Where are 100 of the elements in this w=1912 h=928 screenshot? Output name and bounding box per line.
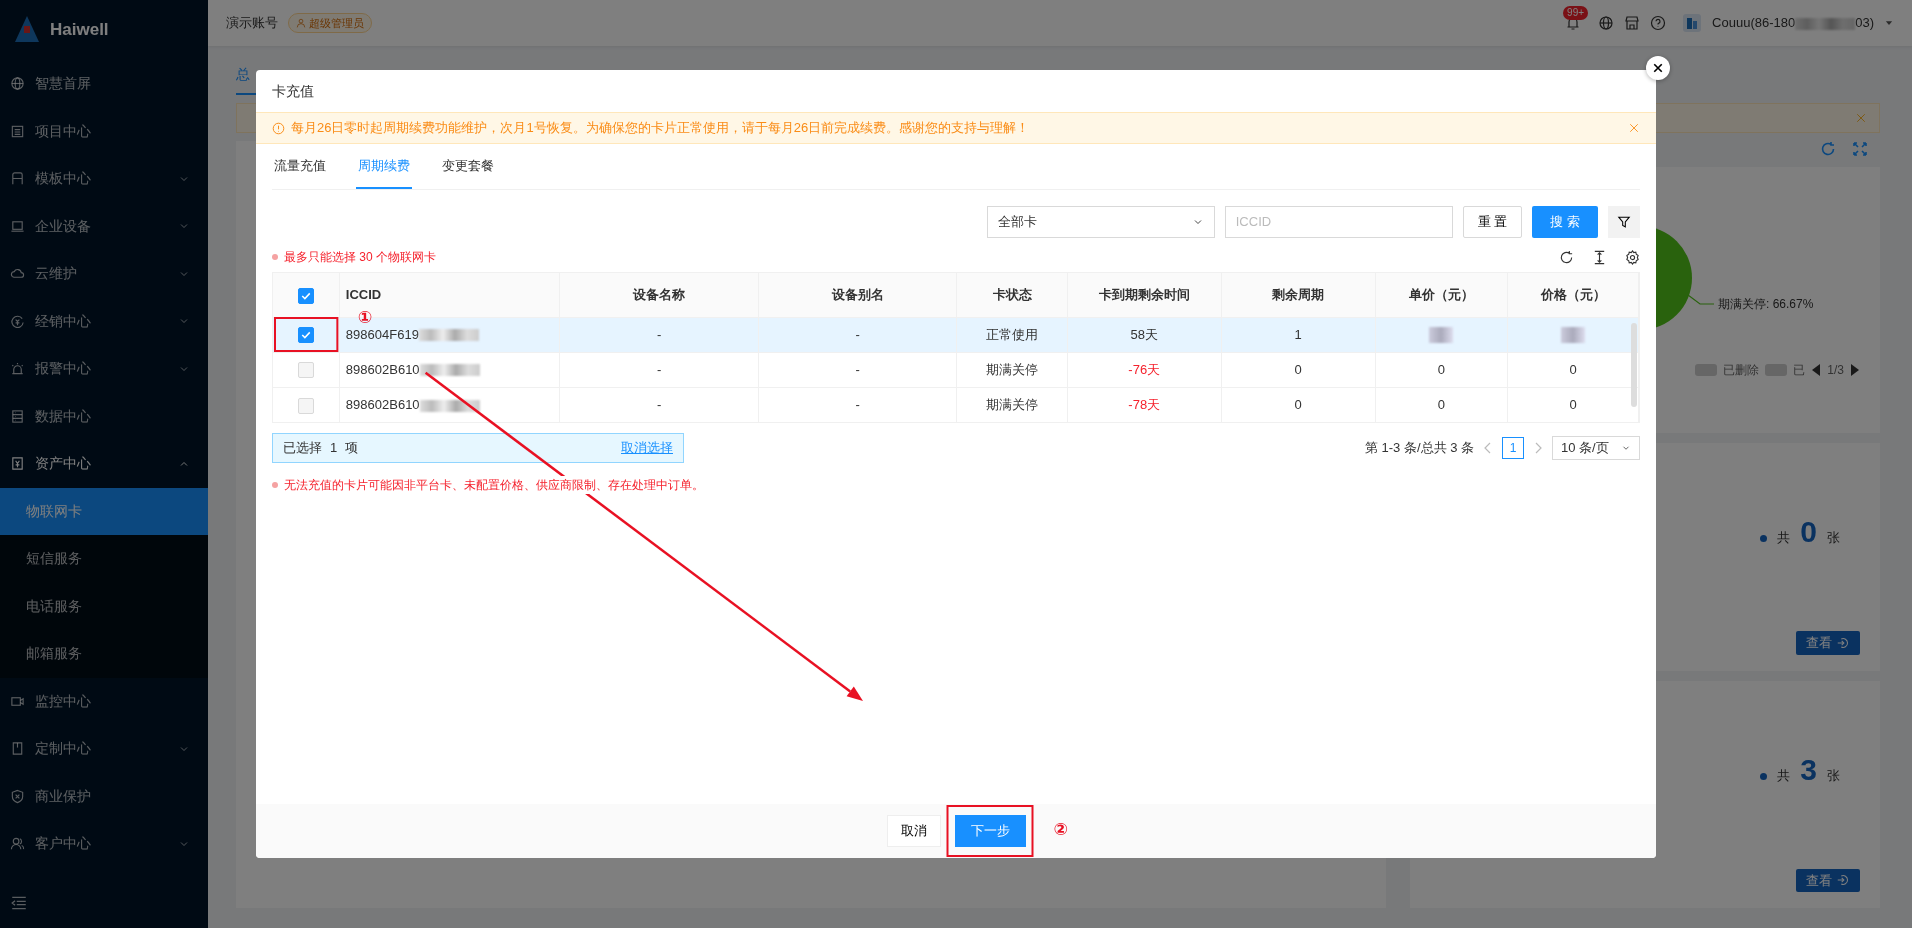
alarm-icon bbox=[10, 361, 25, 377]
help-icon[interactable] bbox=[1649, 15, 1666, 31]
next-button[interactable]: 下一步 bbox=[954, 815, 1026, 847]
user-icon bbox=[296, 18, 306, 28]
sidebar-item[interactable]: 报警中心 bbox=[0, 345, 208, 393]
card-type-select[interactable]: 全部卡 bbox=[986, 206, 1215, 238]
list-icon bbox=[10, 123, 25, 139]
table-cell: - bbox=[758, 387, 957, 422]
sidebar-item[interactable]: 云维护 bbox=[0, 250, 208, 298]
reset-button[interactable]: 重 置 bbox=[1462, 206, 1523, 238]
users-icon bbox=[10, 836, 25, 852]
count-prefix: 共 bbox=[1777, 766, 1791, 785]
column-height-icon[interactable] bbox=[1592, 249, 1607, 265]
table-cell: - bbox=[559, 387, 759, 422]
chart-label: 期满关停: 66.67% bbox=[1718, 296, 1814, 313]
fullscreen-icon[interactable] bbox=[1852, 141, 1868, 157]
refresh-icon[interactable] bbox=[1559, 249, 1574, 265]
coin-icon bbox=[10, 313, 25, 329]
tab[interactable]: 变更套餐 bbox=[440, 144, 496, 189]
redacted-block bbox=[1429, 327, 1454, 344]
sidebar-subitem[interactable]: 短信服务 bbox=[0, 535, 208, 583]
bullet-dot bbox=[1760, 535, 1768, 543]
table-cell: 58天 bbox=[1067, 317, 1222, 352]
redacted-block bbox=[418, 329, 479, 342]
user-name[interactable]: Couuu(86-180 bbox=[1712, 15, 1796, 31]
column-header: 价格（元） bbox=[1507, 273, 1639, 317]
sidebar-item[interactable]: 定制中心 bbox=[0, 725, 208, 773]
tab[interactable]: 流量充值 bbox=[272, 144, 328, 189]
pagination-summary: 第 1-3 条/总共 3 条 bbox=[1364, 439, 1474, 458]
clear-selection-link[interactable]: 取消选择 bbox=[621, 438, 673, 458]
sidebar-item[interactable]: 客户中心 bbox=[0, 820, 208, 868]
view-button[interactable]: 查看 bbox=[1796, 868, 1860, 892]
table-cell: - bbox=[559, 352, 759, 387]
shield-icon bbox=[10, 788, 25, 804]
legend-label: 已 bbox=[1793, 362, 1806, 379]
redacted-block bbox=[419, 364, 480, 377]
count-unit: 张 bbox=[1827, 529, 1840, 548]
role-tag: 超级管理员 bbox=[288, 12, 372, 34]
sidebar-subitem[interactable]: 物联网卡 bbox=[0, 487, 208, 535]
sidebar-subitem[interactable]: 电话服务 bbox=[0, 582, 208, 630]
table-cell: -78天 bbox=[1067, 387, 1222, 422]
close-icon[interactable] bbox=[1628, 122, 1640, 134]
notification-badge: 99+ bbox=[1563, 6, 1589, 20]
count-unit: 张 bbox=[1827, 766, 1840, 785]
sidebar-item[interactable]: 经销中心 bbox=[0, 297, 208, 345]
limit-note: 最多只能选择 30 个物联网卡 bbox=[284, 249, 436, 266]
next-page-icon[interactable] bbox=[1534, 442, 1542, 454]
logo-icon bbox=[14, 15, 40, 45]
legend-label: 已删除 bbox=[1723, 362, 1760, 379]
sidebar-item[interactable]: 项目中心 bbox=[0, 107, 208, 155]
table-cell: -76天 bbox=[1067, 352, 1222, 387]
warning-icon bbox=[272, 121, 285, 135]
table-cell: 0 bbox=[1375, 352, 1508, 387]
bullet-dot bbox=[272, 482, 278, 488]
legend-swatch bbox=[1695, 364, 1718, 376]
store-icon[interactable] bbox=[1623, 15, 1640, 31]
bullet-dot bbox=[272, 254, 278, 260]
checkbox[interactable] bbox=[297, 327, 314, 344]
scrollbar[interactable] bbox=[1631, 323, 1637, 407]
table-cell: 0 bbox=[1221, 387, 1375, 422]
checkbox[interactable] bbox=[297, 287, 314, 304]
page-size-select[interactable]: 10 条/页 bbox=[1552, 436, 1640, 460]
next-icon[interactable] bbox=[1850, 363, 1860, 377]
filter-button[interactable] bbox=[1608, 206, 1640, 238]
sidebar-item[interactable]: 企业设备 bbox=[0, 202, 208, 250]
sidebar-item[interactable]: 数据中心 bbox=[0, 392, 208, 440]
column-header: 剩余周期 bbox=[1221, 273, 1375, 317]
iccid-field[interactable]: ICCID bbox=[1224, 206, 1453, 238]
highlight-box bbox=[274, 317, 339, 352]
previous-page-icon[interactable] bbox=[1484, 442, 1492, 454]
settings-icon[interactable] bbox=[1625, 249, 1640, 265]
collapse-menu-icon[interactable] bbox=[10, 894, 28, 912]
cancel-button[interactable]: 取消 bbox=[886, 815, 941, 847]
table-cell: 898602B610 bbox=[345, 397, 420, 412]
sidebar-item[interactable]: 智慧首屏 bbox=[0, 60, 208, 108]
sidebar-item[interactable]: 模板中心 bbox=[0, 155, 208, 203]
previous-icon[interactable] bbox=[1811, 363, 1822, 377]
view-button[interactable]: 查看 bbox=[1796, 631, 1860, 655]
page-button[interactable]: 1 bbox=[1502, 437, 1524, 459]
redacted-block bbox=[419, 399, 480, 412]
globe-icon bbox=[10, 76, 25, 92]
table-cell: 0 bbox=[1375, 387, 1508, 422]
globe-icon[interactable] bbox=[1597, 15, 1614, 31]
asset-icon bbox=[10, 456, 25, 472]
sidebar-item[interactable]: 商业保护 bbox=[0, 772, 208, 820]
user-name-suffix[interactable]: 03) bbox=[1855, 15, 1874, 31]
search-button[interactable]: 搜 索 bbox=[1532, 206, 1598, 238]
sidebar-subitem[interactable]: 邮箱服务 bbox=[0, 630, 208, 678]
selection-count: 1 bbox=[330, 439, 338, 458]
legend-swatch bbox=[1765, 364, 1788, 376]
notice-text: 每月26日零时起周期续费功能维护，次月1号恢复。为确保您的卡片正常使用，请于每月26日前完成续费。感谢您的支持与理解！ bbox=[291, 119, 1031, 138]
database-icon bbox=[10, 408, 25, 424]
tab[interactable]: 周期续费 bbox=[356, 144, 412, 189]
column-header: 设备别名 bbox=[758, 273, 957, 317]
sidebar-item[interactable]: 资产中心 bbox=[0, 440, 208, 488]
count-value: 3 bbox=[1800, 751, 1817, 788]
count-prefix: 共 bbox=[1777, 529, 1791, 548]
redacted-block bbox=[1561, 327, 1586, 344]
table-cell: - bbox=[559, 317, 759, 352]
table-cell: 0 bbox=[1221, 352, 1375, 387]
